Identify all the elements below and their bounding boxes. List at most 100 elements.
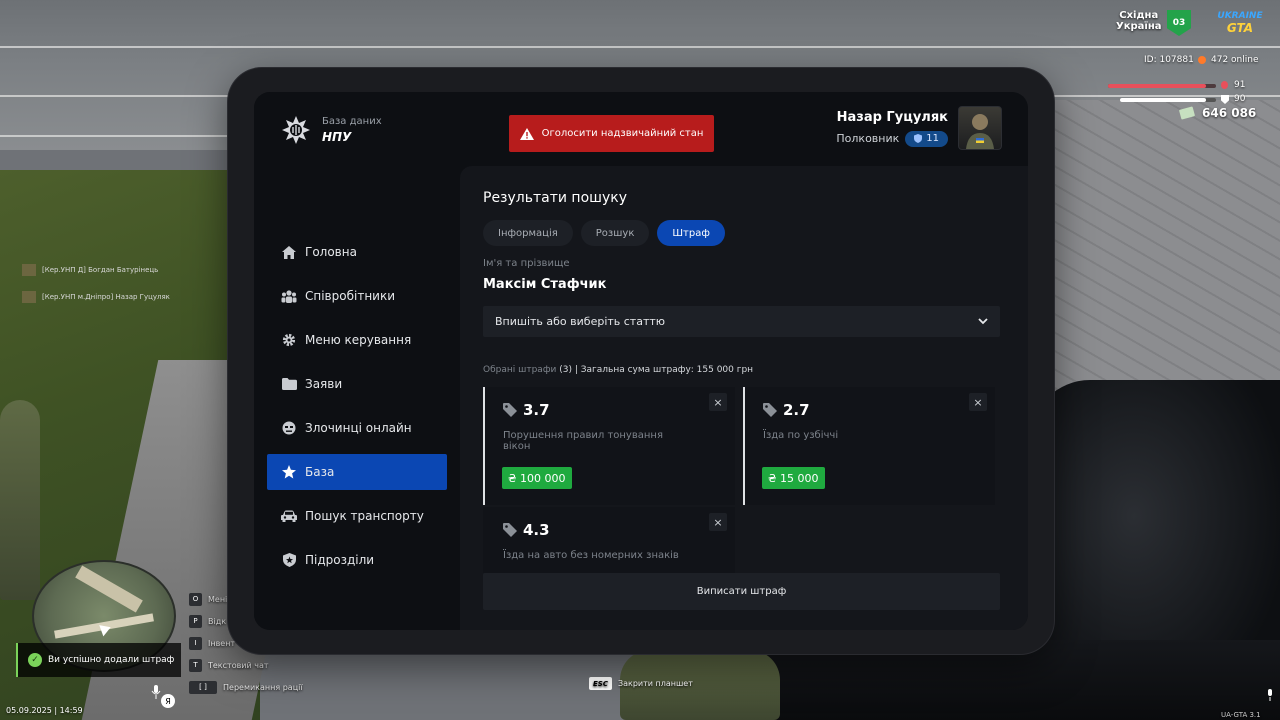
fine-description: Їзда по узбіччі xyxy=(763,430,839,441)
fine-description: Порушення правил тонування вікон xyxy=(503,430,663,452)
sidebar-item-criminals-online[interactable]: Злочинці онлайн xyxy=(267,410,447,446)
money-amount: 646 086 xyxy=(1202,106,1257,120)
key-label: Мені xyxy=(208,594,228,604)
feed-item: [Кер.УНП Д] Богдан Батурінець xyxy=(22,264,158,276)
toast-text: Ви успішно додали штраф xyxy=(48,655,175,665)
folder-icon xyxy=(281,376,297,392)
version-label: UA-GTA 3.1 xyxy=(1221,711,1261,719)
key-label: Відк xyxy=(208,616,227,626)
npu-logo: База даних НПУ xyxy=(280,114,382,146)
sidebar-item-label: Підрозділи xyxy=(305,553,375,567)
sidebar-item-control-menu[interactable]: Меню керування xyxy=(267,322,447,358)
name-value: Максім Стафчик xyxy=(483,277,607,292)
shield-icon xyxy=(281,552,297,568)
voice-key-badge: Я xyxy=(161,694,175,708)
key-cap: O xyxy=(189,592,202,606)
tag-icon xyxy=(503,523,517,537)
remove-fine-button[interactable]: × xyxy=(709,513,727,531)
key-label: Інвент xyxy=(208,638,236,648)
sidebar-item-label: Заяви xyxy=(305,377,343,391)
feed-avatar xyxy=(22,291,36,303)
sidebar-item-applications[interactable]: Заяви xyxy=(267,366,447,402)
rank-level: 11 xyxy=(926,133,939,144)
armor-value: 90 xyxy=(1234,94,1246,104)
chevron-down-icon xyxy=(978,318,988,325)
logo-text: База даних НПУ xyxy=(322,116,382,144)
key-label: Текстовий чат xyxy=(208,660,269,670)
result-tabs: Інформація Розшук Штраф xyxy=(483,220,733,246)
fine-amount: ₴ 100 000 xyxy=(502,467,572,489)
fine-code: 3.7 xyxy=(523,401,550,419)
sidebar-item-divisions[interactable]: Підрозділи xyxy=(267,542,447,578)
sidebar-item-label: База xyxy=(305,465,335,479)
sidebar-item-home[interactable]: Головна xyxy=(267,234,447,270)
key-cap: I xyxy=(189,636,202,650)
feed-text: [Кер.УНП м.Дніпро] Назар Гуцуляк xyxy=(42,293,170,301)
feed-text: [Кер.УНП Д] Богдан Батурінець xyxy=(42,266,159,274)
article-select[interactable]: Впишіть або виберіть статтю xyxy=(483,306,1000,337)
sidebar-item-label: Співробітники xyxy=(305,289,396,303)
key-hint: T Текстовий чат xyxy=(189,654,303,676)
emergency-label: Оголосити надзвичайний стан xyxy=(541,128,704,139)
sidebar-item-label: Пошук транспорту xyxy=(305,509,424,523)
brand-logo-line2: GTA xyxy=(1226,21,1254,35)
sidebar-item-label: Головна xyxy=(305,245,357,259)
feed-avatar xyxy=(22,264,36,276)
fine-card: 2.7 × Їзда по узбіччі ₴ 15 000 xyxy=(743,387,995,505)
key-cap: [ ] xyxy=(189,680,217,694)
server-name-line1: Східна xyxy=(1119,10,1159,21)
main-content: Оголосити надзвичайний стан Назар Гуцуля… xyxy=(460,92,1028,630)
sidebar: База даних НПУ Головна Співробітники Мен… xyxy=(254,92,460,630)
fine-card: 4.3 × Їзда на авто без номерних знаків xyxy=(483,507,735,573)
user-rank: Полковник xyxy=(836,132,900,145)
fine-code: 4.3 xyxy=(523,521,550,539)
issue-fine-button[interactable]: Виписати штраф xyxy=(483,573,1000,610)
sidebar-item-label: Меню керування xyxy=(305,333,412,347)
server-label: Східна Україна xyxy=(1116,10,1162,32)
summary-label: Обрані штрафи xyxy=(483,365,557,375)
server-number: 03 xyxy=(1172,18,1186,28)
police-badge-icon xyxy=(280,114,312,146)
tab-wanted[interactable]: Розшук xyxy=(580,220,650,246)
online-dot-icon xyxy=(1198,56,1206,64)
fine-amount: ₴ 15 000 xyxy=(762,467,825,489)
summary-total: | Загальна сума штрафу: 155 000 грн xyxy=(574,365,754,375)
fines-summary: Обрані штрафи (3) | Загальна сума штрафу… xyxy=(483,365,753,375)
summary-count: (3) xyxy=(559,365,572,375)
rank-badge: 11 xyxy=(905,130,948,147)
criminal-icon xyxy=(281,420,297,436)
fine-header: 4.3 xyxy=(503,521,550,539)
success-toast: ✓ Ви успішно додали штраф xyxy=(16,643,181,677)
datetime: 05.09.2025 | 14:59 xyxy=(6,706,83,715)
health-bar-fill xyxy=(1108,84,1207,88)
gear-icon xyxy=(281,332,297,348)
warning-icon xyxy=(519,127,534,140)
sidebar-item-vehicle-search[interactable]: Пошук транспорту xyxy=(267,498,447,534)
logo-title: НПУ xyxy=(322,130,352,144)
fine-card: 3.7 × Порушення правил тонування вікон ₴… xyxy=(483,387,735,505)
fine-description: Їзда на авто без номерних знаків xyxy=(503,550,679,561)
avatar xyxy=(958,106,1002,150)
sidebar-item-employees[interactable]: Співробітники xyxy=(267,278,447,314)
online-count: 472 online xyxy=(1211,55,1259,65)
tab-fine[interactable]: Штраф xyxy=(657,220,725,246)
tag-icon xyxy=(763,403,777,417)
user-rank-row: Полковник 11 xyxy=(836,130,948,147)
health-bar-track xyxy=(1108,84,1216,88)
key-cap: P xyxy=(189,614,202,628)
remove-fine-button[interactable]: × xyxy=(969,393,987,411)
tab-information[interactable]: Інформація xyxy=(483,220,573,246)
user-name: Назар Гуцуляк xyxy=(836,109,948,125)
sidebar-item-label: Злочинці онлайн xyxy=(305,421,412,435)
armor-bar-fill xyxy=(1120,98,1207,102)
check-icon: ✓ xyxy=(28,653,42,667)
fine-header: 3.7 xyxy=(503,401,550,419)
user-info: Назар Гуцуляк Полковник 11 xyxy=(836,110,948,147)
rank-shield-icon xyxy=(914,134,923,143)
remove-fine-button[interactable]: × xyxy=(709,393,727,411)
article-select-placeholder: Впишіть або виберіть статтю xyxy=(495,315,666,328)
key-cap: T xyxy=(189,658,202,672)
sidebar-item-database[interactable]: База xyxy=(267,454,447,490)
road-line xyxy=(0,46,1280,48)
emergency-button[interactable]: Оголосити надзвичайний стан xyxy=(509,115,714,152)
